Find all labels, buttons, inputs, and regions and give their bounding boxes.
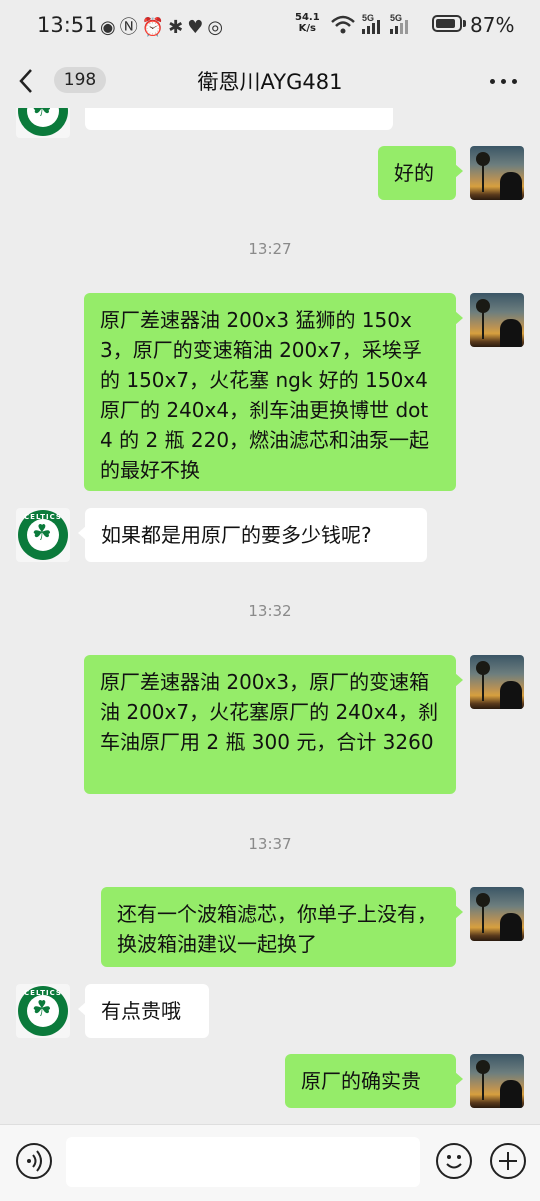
- status-left-icons: ◉Ⓝ⏰✱♥◎: [100, 13, 227, 39]
- contact-avatar[interactable]: CELTICS☘: [16, 508, 70, 562]
- self-avatar[interactable]: [470, 1054, 524, 1108]
- svg-text:5G: 5G: [362, 13, 374, 23]
- shamrock-icon: ☘: [32, 521, 52, 546]
- battery-percent: 87%: [470, 13, 515, 37]
- voice-button[interactable]: [16, 1143, 52, 1179]
- signal-5g-icon: 5G: [390, 13, 408, 34]
- more-button[interactable]: [486, 66, 522, 94]
- message-timestamp: 13:32: [248, 602, 292, 620]
- message-bubble[interactable]: 原厂差速器油 200x3，原厂的变速箱油 200x7，火花塞原厂的 240x4，…: [84, 655, 463, 794]
- weibo-icon: ◎: [207, 17, 228, 38]
- emoji-icon: [446, 1155, 462, 1169]
- battery-tip: [463, 20, 466, 27]
- voice-icon: [27, 1150, 42, 1172]
- signal-5g-icon: 5G: [362, 13, 380, 34]
- battery-level: [436, 19, 456, 28]
- battery-icon: [432, 15, 462, 32]
- self-avatar[interactable]: [470, 655, 524, 709]
- bluetooth-icon: ✱: [168, 17, 188, 38]
- shamrock-icon: ☘: [32, 108, 52, 122]
- wifi-icon: [331, 15, 355, 34]
- more-functions-button[interactable]: [490, 1143, 526, 1179]
- message-bubble[interactable]: 有点贵哦: [78, 984, 209, 1038]
- contact-avatar[interactable]: CELTICS☘: [16, 984, 70, 1038]
- net-speed: 54.1 K/s: [295, 12, 320, 34]
- svg-text:5G: 5G: [390, 13, 402, 23]
- status-bar: 13:51 ◉Ⓝ⏰✱♥◎ 54.1 K/s 5G 5G 87%: [0, 0, 540, 52]
- net-speed-value: 54.1: [295, 12, 320, 23]
- heart-icon: ♥: [187, 17, 208, 38]
- message-bubble[interactable]: 还有一个波箱滤芯，你单子上没有，换波箱油建议一起换了: [101, 887, 463, 967]
- message-bubble[interactable]: 如果都是用原厂的要多少钱呢?: [78, 508, 427, 562]
- message-timestamp: 13:37: [248, 835, 292, 853]
- self-avatar[interactable]: [470, 146, 524, 200]
- self-avatar[interactable]: [470, 887, 524, 941]
- status-time: 13:51: [37, 13, 98, 37]
- signal-icons: 5G 5G: [331, 13, 408, 34]
- alarm-icon: ⏰: [141, 17, 169, 38]
- contact-avatar[interactable]: CELTICS☘: [16, 108, 70, 138]
- more-dots-icon: [490, 79, 495, 84]
- message-timestamp: 13:27: [248, 240, 292, 258]
- chat-area[interactable]: CELTICS☘ 没的，我记了个版本是来匹 好的 13:27 原厂差速器油 20…: [0, 108, 540, 1124]
- message-bubble[interactable]: 原厂差速器油 200x3 猛狮的 150x3，原厂的变速箱油 200x7，采埃孚…: [84, 293, 463, 491]
- chat-title: 衛恩川AYG481: [197, 70, 343, 94]
- n-icon: Ⓝ: [119, 17, 142, 38]
- message-bubble[interactable]: 原厂的确实贵: [285, 1054, 463, 1108]
- eye-icon: ◉: [100, 17, 120, 38]
- emoji-button[interactable]: [436, 1143, 472, 1179]
- message-bubble[interactable]: 好的: [378, 146, 463, 200]
- net-speed-unit: K/s: [298, 23, 317, 34]
- message-bubble[interactable]: 没的，我记了个版本是来匹: [85, 108, 393, 130]
- chat-header: 198 衛恩川AYG481: [0, 52, 540, 108]
- shamrock-icon: ☘: [32, 997, 52, 1022]
- self-avatar[interactable]: [470, 293, 524, 347]
- input-bar: [0, 1124, 540, 1201]
- message-input[interactable]: [66, 1137, 420, 1187]
- plus-icon: [499, 1152, 517, 1170]
